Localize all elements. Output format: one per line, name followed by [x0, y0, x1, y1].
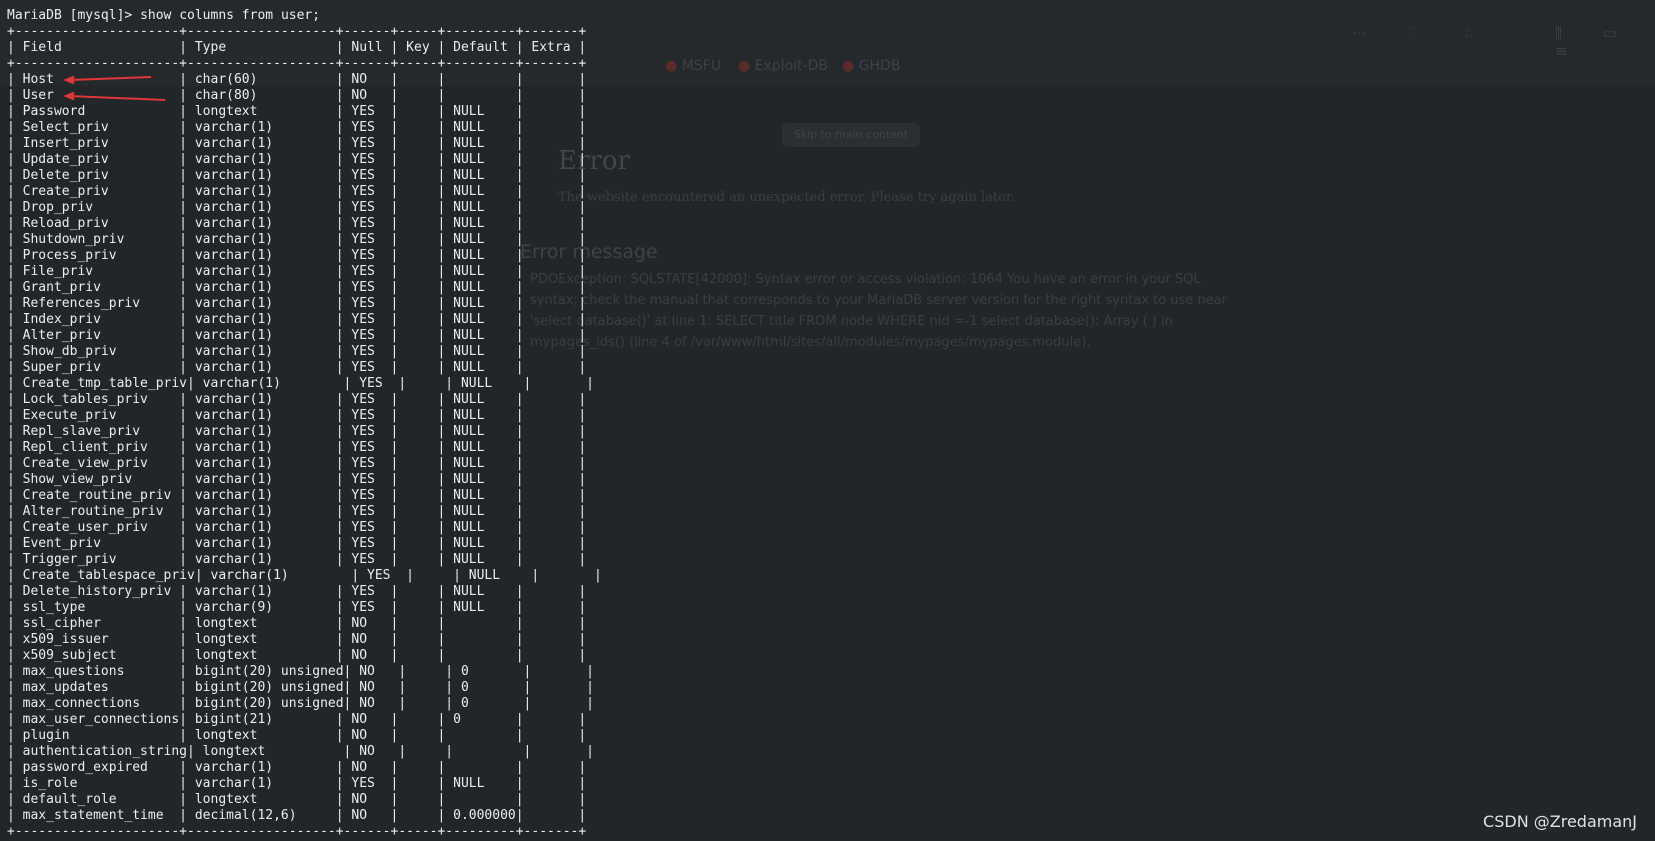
bookmark-icon: ●: [665, 58, 678, 74]
table-row: | Reload_priv | varchar(1) | YES | | NUL…: [7, 216, 587, 231]
command-line[interactable]: MariaDB [mysql]> show columns from user;: [7, 8, 602, 24]
table-row: | Create_view_priv | varchar(1) | YES | …: [7, 456, 587, 471]
table-row: | Create_tmp_table_priv| varchar(1) | YE…: [7, 376, 594, 391]
bookmark-label: GHDB: [858, 58, 901, 74]
table-row: | Delete_priv | varchar(1) | YES | | NUL…: [7, 168, 587, 183]
bookmark-icon: ●: [738, 58, 751, 74]
table-row: | ssl_cipher | longtext | NO | | | |: [7, 616, 587, 631]
table-row: | max_updates | bigint(20) unsigned| NO …: [7, 680, 594, 695]
background-bookmark-exploitdb: ● Exploit-DB: [738, 58, 828, 74]
terminal-window[interactable]: ⋯ ♡ ☆ ⫼ ▭ ≡ ● MSFU ● Exploit-DB ● GHDB S…: [0, 0, 1655, 841]
table-row: | Grant_priv | varchar(1) | YES | | NULL…: [7, 280, 587, 295]
table-row: | Repl_slave_priv | varchar(1) | YES | |…: [7, 424, 587, 439]
table-row: | password_expired | varchar(1) | NO | |…: [7, 760, 587, 775]
table-row: | Lock_tables_priv | varchar(1) | YES | …: [7, 392, 587, 407]
table-row: | ssl_type | varchar(9) | YES | | NULL |…: [7, 600, 587, 615]
background-bookmark-ghdb: ● GHDB: [842, 58, 900, 74]
sql-command: show columns from user;: [140, 8, 321, 23]
table-row: | Repl_client_priv | varchar(1) | YES | …: [7, 440, 587, 455]
table-row: | Event_priv | varchar(1) | YES | | NULL…: [7, 536, 587, 551]
table-row: | Create_priv | varchar(1) | YES | | NUL…: [7, 184, 587, 199]
table-row: | is_role | varchar(1) | YES | | NULL | …: [7, 776, 587, 791]
watermark: CSDN @ZredamanJ: [1483, 812, 1637, 831]
table-row: | Update_priv | varchar(1) | YES | | NUL…: [7, 152, 587, 167]
table-row: | User | char(80) | NO | | | |: [7, 88, 587, 103]
table-row: | Host | char(60) | NO | | | |: [7, 72, 587, 87]
background-error-subtitle: The website encountered an unexpected er…: [558, 190, 1015, 205]
table-row: | max_user_connections| bigint(21) | NO …: [7, 712, 587, 727]
table-row: | Select_priv | varchar(1) | YES | | NUL…: [7, 120, 587, 135]
table-row: | Drop_priv | varchar(1) | YES | | NULL …: [7, 200, 587, 215]
background-message-line: PDOException: SQLSTATE[42000]: Syntax er…: [530, 272, 1201, 287]
terminal-output[interactable]: MariaDB [mysql]> show columns from user;…: [7, 8, 602, 840]
table-row: | Super_priv | varchar(1) | YES | | NULL…: [7, 360, 587, 375]
background-message-line: 'select database()' at line 1: SELECT ti…: [530, 314, 1173, 329]
background-skip-button: Skip to main content: [782, 123, 920, 147]
table-row: | Create_tablespace_priv| varchar(1) | Y…: [7, 568, 602, 583]
table-row: | max_statement_time | decimal(12,6) | N…: [7, 808, 587, 823]
background-library-icons: ⫼ ▭ ≡: [1555, 24, 1635, 60]
table-row: | Alter_routine_priv | varchar(1) | YES …: [7, 504, 587, 519]
result-table-text: +---------------------+-----------------…: [7, 24, 602, 840]
table-row: | Show_db_priv | varchar(1) | YES | | NU…: [7, 344, 587, 359]
table-row: | Alter_priv | varchar(1) | YES | | NULL…: [7, 328, 587, 343]
background-message-line: mypages_ids() (line 4 of /var/www/html/s…: [530, 335, 1091, 350]
table-row: | References_priv | varchar(1) | YES | |…: [7, 296, 587, 311]
table-row: | max_connections | bigint(20) unsigned|…: [7, 696, 594, 711]
table-row: | Delete_history_priv | varchar(1) | YES…: [7, 584, 587, 599]
table-row: | Trigger_priv | varchar(1) | YES | | NU…: [7, 552, 587, 567]
table-row: | x509_subject | longtext | NO | | | |: [7, 648, 587, 663]
table-row: | authentication_string| longtext | NO |…: [7, 744, 594, 759]
table-border: +---------------------+-----------------…: [7, 56, 587, 71]
table-row: | Index_priv | varchar(1) | YES | | NULL…: [7, 312, 587, 327]
table-border: +---------------------+-----------------…: [7, 24, 587, 39]
background-message-line: syntax; check the manual that correspond…: [530, 293, 1227, 308]
table-row: | File_priv | varchar(1) | YES | | NULL …: [7, 264, 587, 279]
table-header-row: | Field | Type | Null | Key | Default | …: [7, 40, 587, 55]
table-row: | Create_user_priv | varchar(1) | YES | …: [7, 520, 587, 535]
result-table: +---------------------+-----------------…: [7, 24, 602, 840]
table-row: | default_role | longtext | NO | | | |: [7, 792, 587, 807]
table-row: | Shutdown_priv | varchar(1) | YES | | N…: [7, 232, 587, 247]
table-row: | Process_priv | varchar(1) | YES | | NU…: [7, 248, 587, 263]
table-row: | plugin | longtext | NO | | | |: [7, 728, 587, 743]
table-row: | Show_view_priv | varchar(1) | YES | | …: [7, 472, 587, 487]
table-row: | Insert_priv | varchar(1) | YES | | NUL…: [7, 136, 587, 151]
background-bookmark-msfu: ● MSFU: [665, 58, 721, 74]
bookmark-label: Exploit-DB: [754, 58, 828, 74]
background-toolbar-icons: ⋯ ♡ ☆: [1352, 24, 1494, 42]
bookmark-label: MSFU: [681, 58, 721, 74]
shell-prompt: MariaDB [mysql]>: [7, 8, 141, 23]
table-row: | Execute_priv | varchar(1) | YES | | NU…: [7, 408, 587, 423]
table-row: | Password | longtext | YES | | NULL | |: [7, 104, 587, 119]
table-row: | max_questions | bigint(20) unsigned| N…: [7, 664, 594, 679]
table-row: | Create_routine_priv | varchar(1) | YES…: [7, 488, 587, 503]
bookmark-icon: ●: [842, 58, 855, 74]
table-border: +---------------------+-----------------…: [7, 824, 587, 839]
table-row: | x509_issuer | longtext | NO | | | |: [7, 632, 587, 647]
